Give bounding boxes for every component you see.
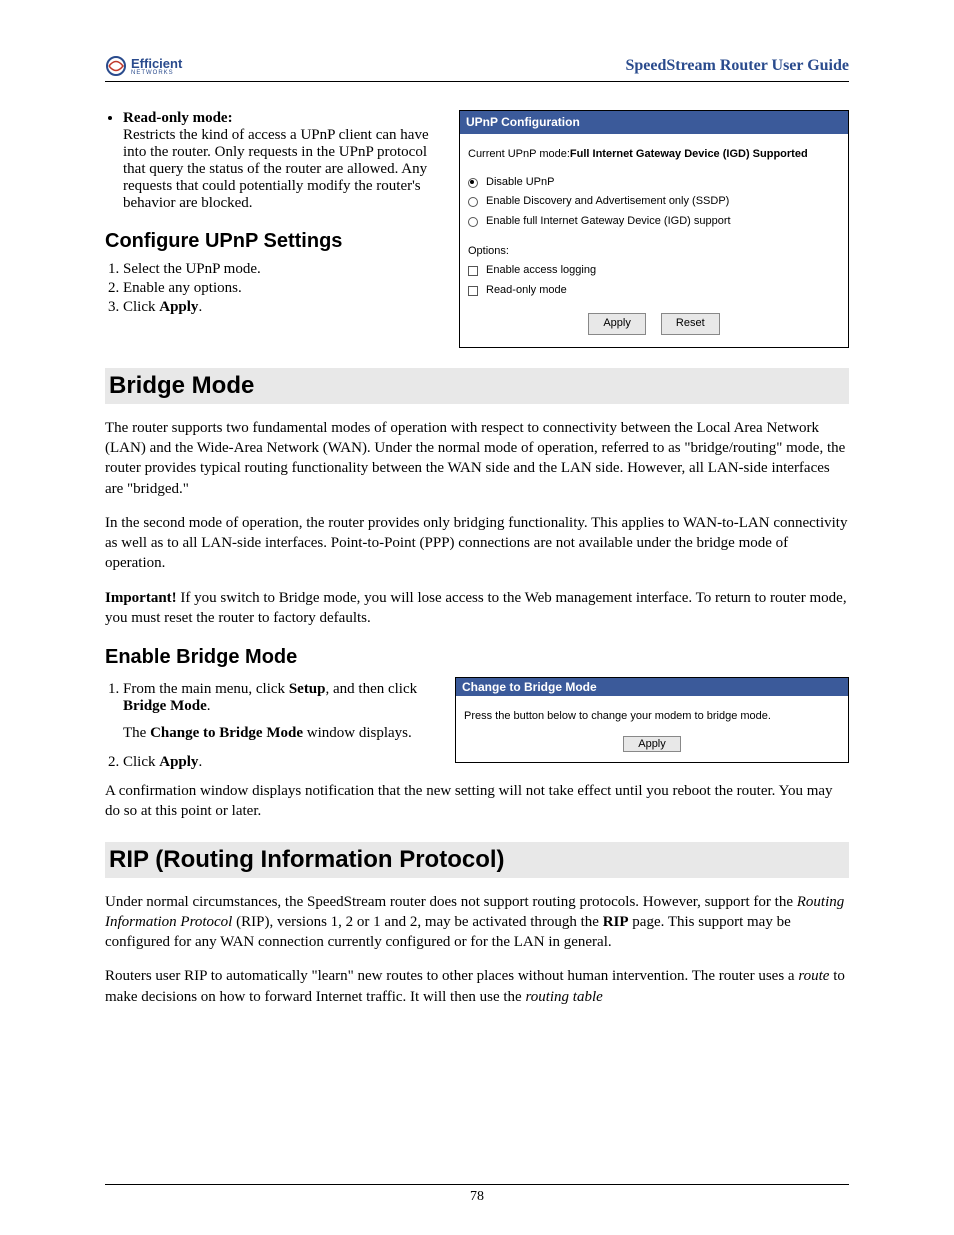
checkbox-readonly-mode[interactable]: [468, 286, 478, 296]
upnp-current-label: Current UPnP mode:: [468, 146, 570, 164]
apply-button[interactable]: Apply: [588, 313, 646, 335]
list-item: Select the UPnP mode.: [123, 261, 441, 278]
list-item: Click Apply.: [123, 754, 437, 771]
rip-p2: Routers user RIP to automatically "learn…: [105, 966, 849, 1007]
upnp-current-value: Full Internet Gateway Device (IGD) Suppo…: [570, 146, 808, 164]
checkbox-access-logging[interactable]: [468, 266, 478, 276]
radio-disable-upnp[interactable]: [468, 178, 478, 188]
readonly-heading: Read-only mode:: [123, 110, 233, 126]
bridge-p2: In the second mode of operation, the rou…: [105, 513, 849, 574]
bridge-p1: The router supports two fundamental mode…: [105, 418, 849, 499]
enable-bridge-steps: From the main menu, click Setup, and the…: [123, 681, 437, 771]
logo: Efficient NETWORKS: [105, 55, 182, 77]
enable-bridge-confirmation: A confirmation window displays notificat…: [105, 781, 849, 822]
apply-button[interactable]: Apply: [623, 736, 681, 752]
list-item: Enable any options.: [123, 280, 441, 297]
rip-p1: Under normal circumstances, the SpeedStr…: [105, 892, 849, 953]
page-number: 78: [105, 1184, 849, 1205]
readonly-text: Restricts the kind of access a UPnP clie…: [123, 127, 429, 211]
page-header: Efficient NETWORKS SpeedStream Router Us…: [105, 55, 849, 82]
list-item: Click Apply.: [123, 299, 441, 316]
configure-steps: Select the UPnP mode. Enable any options…: [123, 261, 441, 316]
rip-heading: RIP (Routing Information Protocol): [105, 842, 849, 878]
upnp-panel-title: UPnP Configuration: [460, 111, 848, 134]
configure-heading: Configure UPnP Settings: [105, 230, 441, 253]
bridge-panel-text: Press the button below to change your mo…: [464, 710, 840, 722]
list-item: From the main menu, click Setup, and the…: [123, 681, 437, 752]
bridge-mode-panel: Change to Bridge Mode Press the button b…: [455, 677, 849, 763]
checkbox-label: Read-only mode: [486, 282, 567, 300]
bridge-mode-heading: Bridge Mode: [105, 368, 849, 404]
bridge-p3: Important! If you switch to Bridge mode,…: [105, 588, 849, 629]
logo-name: Efficient: [131, 57, 182, 70]
radio-label: Disable UPnP: [486, 174, 554, 192]
options-label: Options:: [468, 243, 840, 261]
guide-title: SpeedStream Router User Guide: [625, 57, 849, 75]
readonly-bullet: Read-only mode: Restricts the kind of ac…: [123, 110, 441, 212]
upnp-config-panel: UPnP Configuration Current UPnP mode: Fu…: [459, 110, 849, 348]
checkbox-label: Enable access logging: [486, 262, 596, 280]
radio-igd[interactable]: [468, 217, 478, 227]
enable-bridge-heading: Enable Bridge Mode: [105, 646, 849, 669]
bridge-panel-title: Change to Bridge Mode: [456, 678, 848, 696]
radio-ssdp[interactable]: [468, 197, 478, 207]
logo-icon: [105, 55, 127, 77]
radio-label: Enable Discovery and Advertisement only …: [486, 193, 729, 211]
reset-button[interactable]: Reset: [661, 313, 720, 335]
radio-label: Enable full Internet Gateway Device (IGD…: [486, 213, 731, 231]
